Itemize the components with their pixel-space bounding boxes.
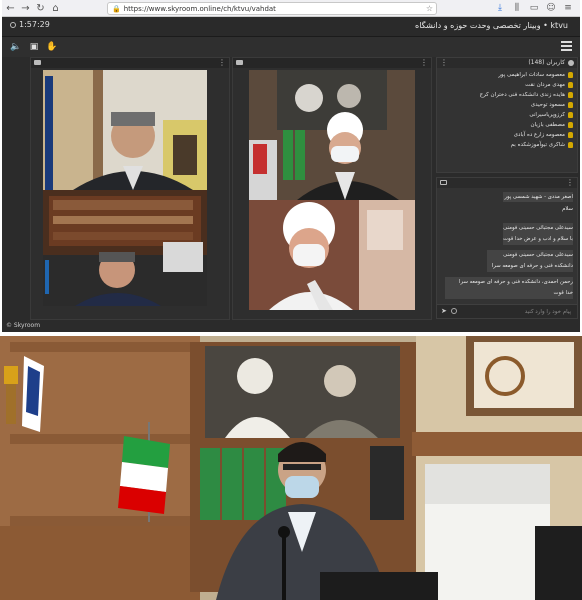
user-icon — [568, 132, 573, 138]
user-name: شاکری تیوآموزشکده بم — [510, 142, 565, 148]
panel-menu-icon[interactable]: ⋮ — [218, 58, 226, 68]
users-list: معصومه سادات ابراهیمی پور مهدی مردان نقت ه… — [441, 70, 573, 150]
chat-message: رحمن احمدی، دانشکده فنی و حرفه ای صومعه … — [459, 279, 573, 285]
forward-icon[interactable]: → — [19, 2, 32, 15]
user-name: معصومه زارع ده آبادی — [513, 132, 565, 138]
user-icon — [568, 92, 573, 98]
hamburger-menu-icon[interactable] — [561, 41, 572, 52]
users-menu-icon[interactable]: ⋮ — [440, 58, 448, 68]
back-icon[interactable]: ← — [4, 2, 17, 15]
skyroom-logo: © Skyroom — [6, 322, 41, 329]
user-row[interactable]: مهدی مردان نقت — [441, 80, 573, 90]
emoji-icon[interactable] — [451, 308, 457, 314]
reader-icon[interactable]: ▭ — [528, 2, 540, 14]
chat-panel: ⋮ اصغر مددی - شهید شمسی پور سلام سیدعلی … — [436, 177, 578, 319]
bookmark-star-icon[interactable]: ☆ — [426, 3, 433, 15]
video-panel-center: ⋮ — [232, 57, 432, 320]
timer-text: 1:57:29 — [19, 20, 50, 29]
users-title: کاربران (148) — [528, 59, 565, 66]
chat-message: با سلام و ادب و عرض خدا قوت — [503, 236, 573, 242]
webcam-participants-image — [249, 70, 415, 310]
user-name: مسعود توحیدی — [530, 102, 565, 108]
speaker-icon[interactable]: 🔈 — [10, 41, 22, 53]
user-name: هایده زندی دانشکده فنی دختران کرج — [479, 92, 565, 98]
video-feed-left — [43, 70, 207, 306]
reload-icon[interactable]: ↻ — [34, 2, 47, 15]
chat-message: سیدعلی مجتبائی حسینی فومنی — [503, 252, 573, 258]
chat-placeholder: پیام خود را وارد کنید — [524, 309, 571, 315]
user-name: کرزوپریاسیرانی — [529, 112, 565, 118]
user-row[interactable]: مسعود توحیدی — [441, 100, 573, 110]
chat-message: اصغر مددی - شهید شمسی پور — [504, 194, 573, 200]
user-icon — [568, 102, 573, 108]
user-row[interactable]: شاکری تیوآموزشکده بم — [441, 140, 573, 150]
library-icon[interactable]: ⫼ — [511, 2, 523, 14]
skyroom-logo-text: Skyroom — [13, 322, 41, 329]
download-icon[interactable]: ⤓ — [494, 2, 506, 14]
chat-menu-icon[interactable]: ⋮ — [566, 178, 574, 188]
panel-menu-icon[interactable]: ⋮ — [420, 58, 428, 68]
user-icon — [568, 142, 573, 148]
conference-room-photo — [0, 336, 582, 600]
chat-icon — [440, 180, 447, 185]
chat-message: خدا قوت — [553, 290, 573, 296]
user-row[interactable]: معصومه زارع ده آبادی — [441, 130, 573, 140]
users-panel: ⋮ کاربران (148) معصومه سادات ابراهیمی پو… — [436, 57, 578, 173]
room-toolbar: 🔈 ▣ ✋ — [2, 37, 580, 57]
raise-hand-icon[interactable]: ✋ — [46, 41, 58, 53]
user-icon — [568, 82, 573, 88]
user-name: مصطفی بازیان — [530, 122, 565, 128]
room-header: 1:57:29 ktvu • وبینار تخصصی وحدت حوزه و … — [2, 17, 580, 37]
sync-icon[interactable]: ☺ — [545, 2, 557, 14]
room-title: ktvu • وبینار تخصصی وحدت حوزه و دانشگاه — [415, 21, 568, 30]
camera-icon — [34, 60, 41, 65]
user-icon — [568, 122, 573, 128]
screen-share-icon[interactable]: ▣ — [28, 41, 40, 53]
screenshot-frame: ← → ↻ ⌂ 🔒 https://www.skyroom.online/ch/… — [2, 0, 580, 332]
chat-message: سیدعلی مجتبائی حسینی فومنی — [503, 225, 573, 231]
user-icon — [568, 112, 573, 118]
user-icon — [568, 72, 573, 78]
user-row[interactable]: معصومه سادات ابراهیمی پور — [441, 70, 573, 80]
users-icon — [568, 60, 574, 66]
chat-message: دانشکده فنی و حرفه ای صومعه سرا — [491, 263, 573, 269]
chat-input[interactable]: ➤ پیام خود را وارد کنید — [437, 304, 577, 318]
camera-icon — [236, 60, 243, 65]
lock-icon: 🔒 — [112, 4, 121, 13]
browser-menu-icon[interactable]: ≡ — [562, 2, 574, 14]
url-text: https://www.skyroom.online/ch/ktvu/vahda… — [123, 4, 276, 13]
home-icon[interactable]: ⌂ — [49, 2, 62, 15]
user-name: معصومه سادات ابراهیمی پور — [498, 72, 565, 78]
user-row[interactable]: مصطفی بازیان — [441, 120, 573, 130]
user-name: مهدی مردان نقت — [525, 82, 565, 88]
clock-icon — [10, 21, 16, 28]
address-bar[interactable]: 🔒 https://www.skyroom.online/ch/ktvu/vah… — [107, 2, 437, 15]
session-timer: 1:57:29 — [10, 20, 50, 29]
office-photo — [0, 336, 582, 600]
user-row[interactable]: هایده زندی دانشکده فنی دختران کرج — [441, 90, 573, 100]
send-icon[interactable]: ➤ — [441, 307, 447, 315]
video-feed-center — [249, 70, 415, 310]
webcam-participants-image — [43, 70, 207, 306]
video-panel-left: ⋮ — [30, 57, 230, 320]
browser-toolbar: ← → ↻ ⌂ 🔒 https://www.skyroom.online/ch/… — [2, 0, 580, 17]
chat-message: سلام — [562, 206, 573, 212]
user-row[interactable]: کرزوپریاسیرانی — [441, 110, 573, 120]
